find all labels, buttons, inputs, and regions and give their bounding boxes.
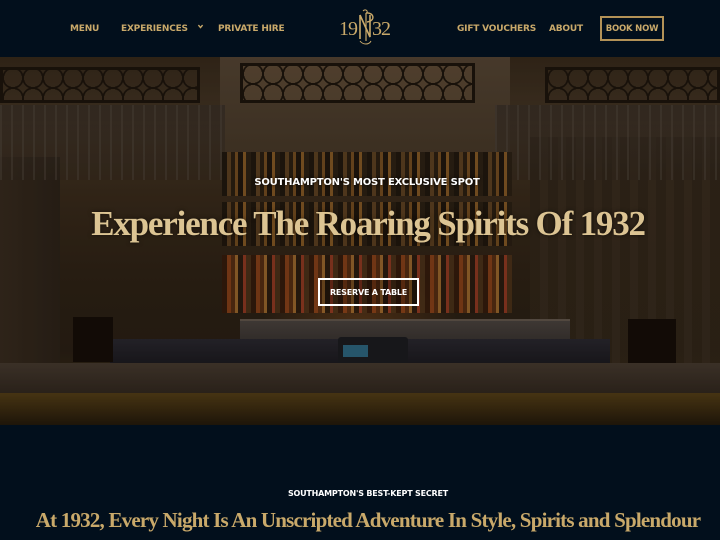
site-header: MENU EXPERIENCES PRIVATE HIRE 19 32 GIFT… — [0, 0, 720, 57]
hero-title: Experience The Roaring Spirits Of 1932 — [91, 204, 646, 243]
chevron-down-icon — [197, 24, 203, 29]
nav-experiences-label: EXPERIENCES — [121, 24, 188, 34]
reserve-table-button[interactable]: RESERVE A TABLE — [318, 278, 419, 306]
nav-private-hire-link[interactable]: PRIVATE HIRE — [218, 22, 285, 36]
nav-experiences-link[interactable]: EXPERIENCES — [121, 22, 204, 36]
logo-19: 19 — [339, 18, 358, 40]
nav-menu-link[interactable]: MENU — [70, 22, 99, 36]
nav-gift-vouchers-link[interactable]: GIFT VOUCHERS — [457, 22, 536, 36]
intro-eyebrow: SOUTHAMPTON'S BEST-KEPT SECRET — [287, 489, 449, 498]
hero-section: SOUTHAMPTON'S MOST EXCLUSIVE SPOT Experi… — [0, 57, 720, 425]
intro-title: At 1932, Every Night Is An Unscripted Ad… — [35, 508, 701, 532]
hero-eyebrow: SOUTHAMPTON'S MOST EXCLUSIVE SPOT — [254, 177, 480, 188]
book-now-button[interactable]: BOOK NOW — [600, 16, 664, 41]
logo[interactable]: 19 32 — [336, 9, 394, 47]
intro-section: SOUTHAMPTON'S BEST-KEPT SECRET At 1932, … — [0, 425, 720, 540]
nav-about-link[interactable]: ABOUT — [549, 22, 583, 36]
logo-32: 32 — [372, 18, 391, 40]
